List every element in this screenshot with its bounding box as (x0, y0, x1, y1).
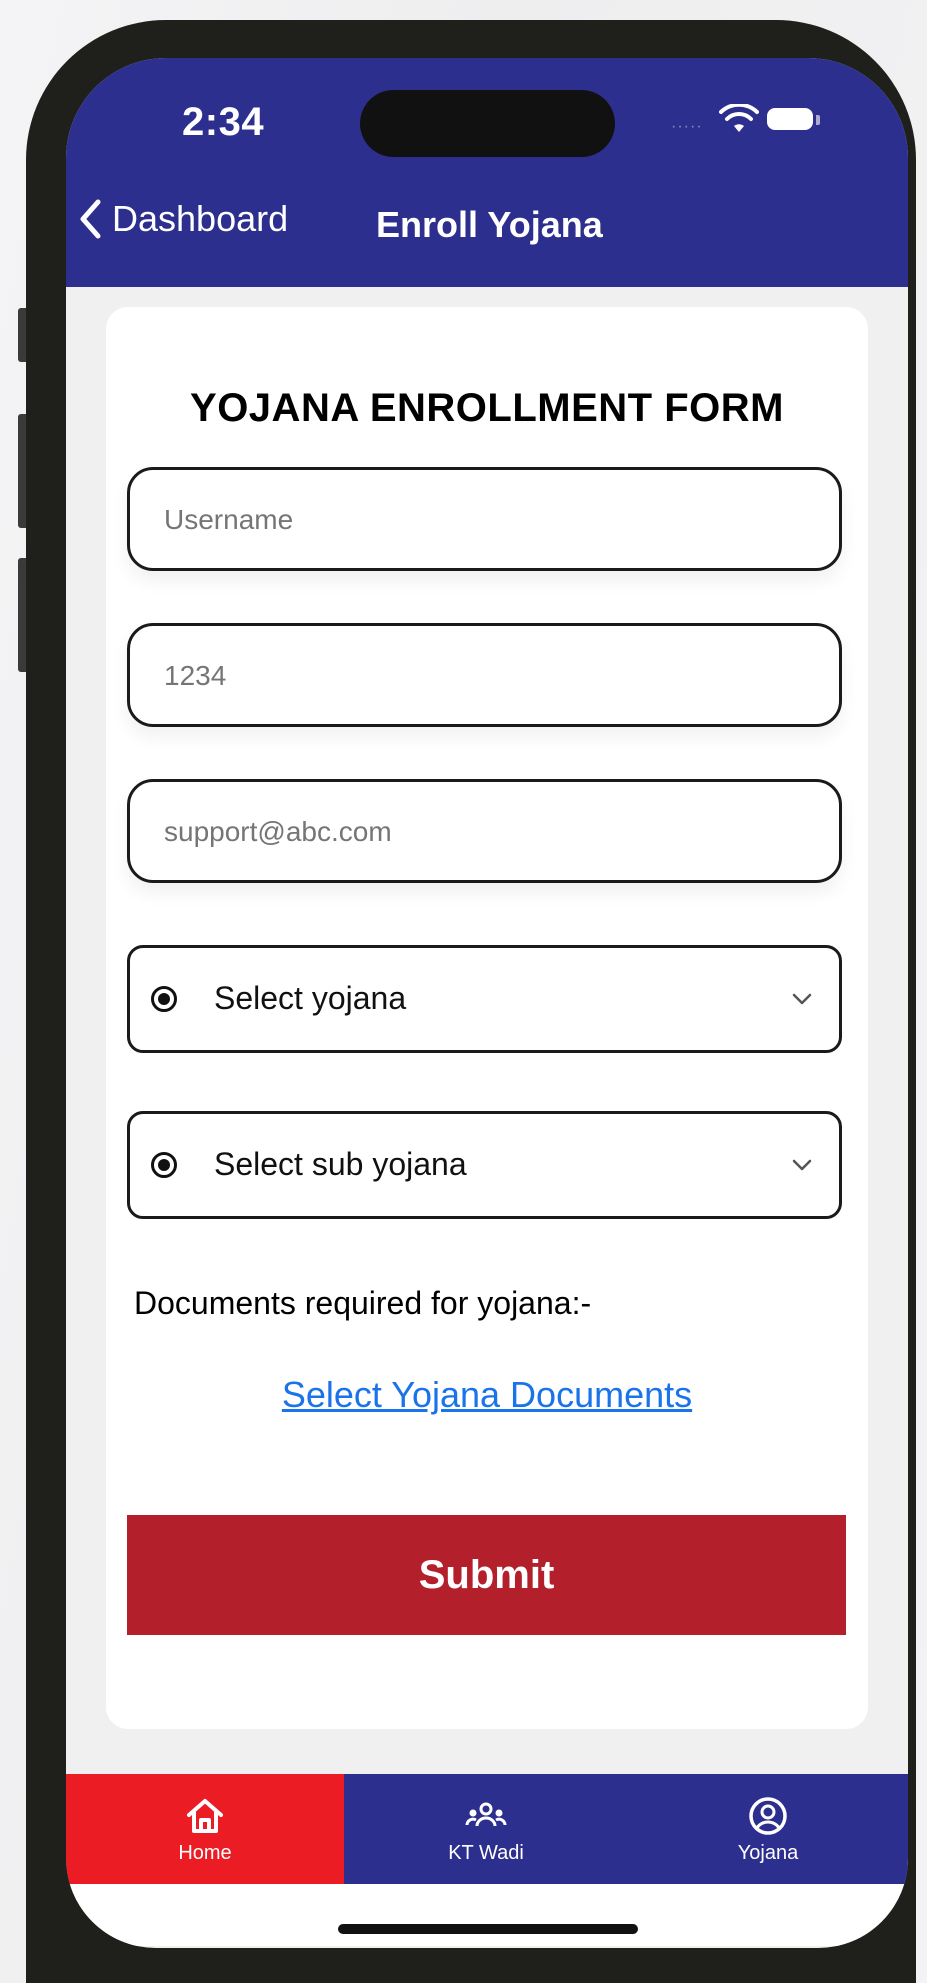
page-title: Enroll Yojana (376, 204, 603, 245)
username-input[interactable] (162, 470, 806, 570)
tab-bar: Home KT Wadi Yojana (66, 1774, 908, 1884)
email-input[interactable] (162, 782, 806, 882)
chevron-down-icon (792, 1159, 812, 1171)
home-indicator-area (66, 1884, 908, 1946)
battery-cap (816, 115, 820, 125)
phone-screen: 2:34 ····· Dashboard Enroll Yojana YOJAN… (66, 58, 908, 1948)
form-title: YOJANA ENROLLMENT FORM (190, 386, 784, 430)
app-header: 2:34 ····· Dashboard Enroll Yojana (66, 58, 908, 287)
username-field-box (127, 467, 842, 571)
radio-icon (151, 986, 177, 1012)
battery-icon (767, 108, 813, 130)
back-button[interactable]: Dashboard (78, 198, 288, 240)
select-yojana-dropdown[interactable]: Select yojana (127, 945, 842, 1053)
tab-kt-wadi-label: KT Wadi (448, 1841, 524, 1864)
tab-kt-wadi[interactable]: KT Wadi (344, 1774, 628, 1884)
signal-icon: ····· (671, 118, 703, 135)
tab-home[interactable]: Home (66, 1774, 344, 1884)
documents-required-label: Documents required for yojana:- (134, 1285, 592, 1321)
back-label: Dashboard (112, 198, 289, 239)
chevron-down-icon (792, 993, 812, 1005)
status-icons: ····· (671, 104, 821, 138)
submit-button[interactable]: Submit (127, 1515, 846, 1635)
select-sub-yojana-label: Select sub yojana (214, 1146, 467, 1182)
tab-home-label: Home (178, 1841, 232, 1864)
email-field-box (127, 779, 842, 883)
home-indicator (338, 1924, 638, 1934)
number-field-box (127, 623, 842, 727)
group-icon (465, 1802, 507, 1826)
chevron-left-icon (80, 199, 101, 239)
select-documents-link[interactable]: Select Yojana Documents (106, 1374, 868, 1416)
tab-yojana-label: Yojana (737, 1841, 799, 1864)
radio-icon (151, 1152, 177, 1178)
wifi-icon (719, 104, 759, 132)
user-circle-icon (749, 1796, 787, 1835)
select-sub-yojana-dropdown[interactable]: Select sub yojana (127, 1111, 842, 1219)
status-time: 2:34 (182, 100, 265, 144)
tab-yojana[interactable]: Yojana (628, 1774, 908, 1884)
dynamic-island (360, 90, 615, 157)
home-icon (187, 1798, 223, 1833)
number-input[interactable] (162, 626, 806, 726)
select-yojana-label: Select yojana (214, 980, 407, 1016)
enrollment-card: YOJANA ENROLLMENT FORM Select yojana Sel… (106, 307, 868, 1729)
